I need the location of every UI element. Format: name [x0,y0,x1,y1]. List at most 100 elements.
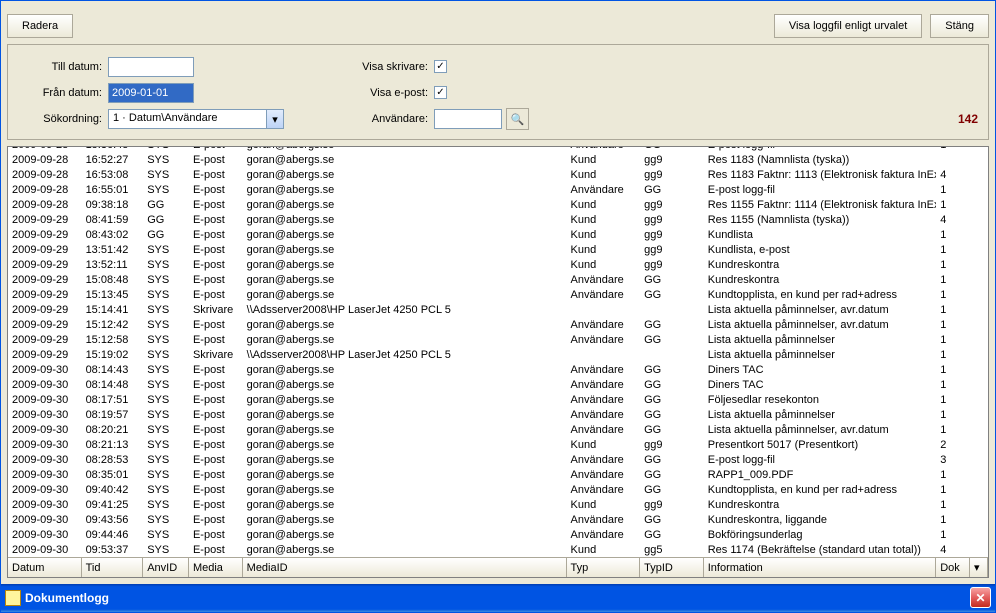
cell: E-post logg-fil [704,182,937,197]
col-more[interactable]: ▾ [970,558,988,577]
from-date-input[interactable] [108,83,194,103]
cell: 1 [936,317,970,332]
from-date-label: Från datum: [18,87,108,99]
cell: SYS [143,422,189,437]
cell: 2009-09-28 [8,182,82,197]
cell: GG [143,212,189,227]
table-row[interactable]: 2009-09-3009:43:56SYSE-postgoran@abergs.… [8,512,988,527]
cell [567,347,641,362]
table-row[interactable]: 2009-09-2915:12:42SYSE-postgoran@abergs.… [8,317,988,332]
cell: 2009-09-30 [8,422,82,437]
table-row[interactable]: 2009-09-3008:35:01SYSE-postgoran@abergs.… [8,467,988,482]
cell: gg9 [640,167,704,182]
cell: 13:52:11 [82,257,144,272]
cell: GG [640,467,704,482]
table-row[interactable]: 2009-09-2915:19:02SYSSkrivare\\Adsserver… [8,347,988,362]
close-icon[interactable]: ✕ [970,588,991,609]
cell: Kundreskontra [704,497,937,512]
table-row[interactable]: 2009-09-3008:17:51SYSE-postgoran@abergs.… [8,392,988,407]
table-row[interactable]: 2009-09-3008:14:43SYSE-postgoran@abergs.… [8,362,988,377]
table-row[interactable]: 2009-09-2915:12:58SYSE-postgoran@abergs.… [8,332,988,347]
cell: E-post [189,167,243,182]
col-typ[interactable]: Typ [567,558,641,577]
table-row[interactable]: 2009-09-2915:14:41SYSSkrivare\\Adsserver… [8,302,988,317]
table-row[interactable]: 2009-09-2908:41:59GGE-postgoran@abergs.s… [8,212,988,227]
cell: 15:12:42 [82,317,144,332]
cell: 08:19:57 [82,407,144,422]
table-row[interactable]: 2009-09-2816:52:27SYSE-postgoran@abergs.… [8,152,988,167]
printer-checkbox[interactable]: ✓ [434,61,447,74]
table-row[interactable]: 2009-09-3008:20:21SYSE-postgoran@abergs.… [8,422,988,437]
cell: goran@abergs.se [243,182,567,197]
cell: GG [143,197,189,212]
cell: 09:43:56 [82,512,144,527]
col-dok[interactable]: Dok [936,558,970,577]
cell: E-post [189,272,243,287]
binoculars-icon[interactable]: 🔍 [506,108,529,130]
cell: Skrivare [189,302,243,317]
cell: 2009-09-30 [8,512,82,527]
table-row[interactable]: 2009-09-2815:36:45SYSE-postgoran@abergs.… [8,147,988,152]
cell: SYS [143,182,189,197]
cell: goran@abergs.se [243,392,567,407]
table-row[interactable]: 2009-09-2915:08:48SYSE-postgoran@abergs.… [8,272,988,287]
cell: Res 1183 Faktnr: 1113 (Elektronisk faktu… [704,167,937,182]
table-row[interactable]: 2009-09-2913:51:42SYSE-postgoran@abergs.… [8,242,988,257]
cell: Användare [567,392,641,407]
cell: 09:53:37 [82,542,144,557]
chevron-down-icon[interactable]: ▾ [266,110,283,128]
cell: E-post [189,377,243,392]
table-row[interactable]: 2009-09-2816:55:01SYSE-postgoran@abergs.… [8,182,988,197]
col-mediaid[interactable]: MediaID [243,558,567,577]
button-row: Radera Visa loggfil enligt urvalet Stäng [7,14,989,38]
table-row[interactable]: 2009-09-2809:38:18GGE-postgoran@abergs.s… [8,197,988,212]
cell: SYS [143,152,189,167]
cell: goran@abergs.se [243,512,567,527]
cell: Skrivare [189,347,243,362]
table-row[interactable]: 2009-09-2816:53:08SYSE-postgoran@abergs.… [8,167,988,182]
table-row[interactable]: 2009-09-3009:40:42SYSE-postgoran@abergs.… [8,482,988,497]
table-row[interactable]: 2009-09-3009:41:25SYSE-postgoran@abergs.… [8,497,988,512]
col-anvid[interactable]: AnvID [143,558,189,577]
table-row[interactable]: 2009-09-3008:21:13SYSE-postgoran@abergs.… [8,437,988,452]
col-datum[interactable]: Datum [8,558,82,577]
cell: 1 [936,482,970,497]
delete-button[interactable]: Radera [7,14,73,38]
cell: Användare [567,317,641,332]
sort-dropdown[interactable]: 1 · Datum\Användare ▾ [108,109,284,129]
cell: goran@abergs.se [243,452,567,467]
grid-body[interactable]: 2009-09-3009:53:37SYSE-postgoran@abergs.… [8,147,988,557]
cell [970,302,988,317]
cell: 08:21:13 [82,437,144,452]
user-input[interactable] [434,109,502,129]
cell: SYS [143,512,189,527]
cell: SYS [143,407,189,422]
col-media[interactable]: Media [189,558,243,577]
show-log-button[interactable]: Visa loggfil enligt urvalet [774,14,922,38]
cell: goran@abergs.se [243,467,567,482]
table-row[interactable]: 2009-09-3008:28:53SYSE-postgoran@abergs.… [8,452,988,467]
cell [970,257,988,272]
cell [567,302,641,317]
table-row[interactable]: 2009-09-2915:13:45SYSE-postgoran@abergs.… [8,287,988,302]
close-button[interactable]: Stäng [930,14,989,38]
col-info[interactable]: Information [704,558,937,577]
cell: Kund [567,167,641,182]
table-row[interactable]: 2009-09-3009:53:37SYSE-postgoran@abergs.… [8,542,988,557]
to-date-input[interactable] [108,57,194,77]
cell: Lista aktuella påminnelser [704,332,937,347]
cell: 1 [936,362,970,377]
table-row[interactable]: 2009-09-3008:14:48SYSE-postgoran@abergs.… [8,377,988,392]
cell: GG [640,182,704,197]
table-row[interactable]: 2009-09-2908:43:02GGE-postgoran@abergs.s… [8,227,988,242]
cell: gg5 [640,542,704,557]
table-row[interactable]: 2009-09-3008:19:57SYSE-postgoran@abergs.… [8,407,988,422]
table-row[interactable]: 2009-09-3009:44:46SYSE-postgoran@abergs.… [8,527,988,542]
email-checkbox[interactable]: ✓ [434,87,447,100]
col-typid[interactable]: TypID [640,558,704,577]
cell: E-post logg-fil [704,147,937,152]
cell: E-post [189,437,243,452]
cell: Bokföringsunderlag [704,527,937,542]
table-row[interactable]: 2009-09-2913:52:11SYSE-postgoran@abergs.… [8,257,988,272]
col-tid[interactable]: Tid [82,558,144,577]
